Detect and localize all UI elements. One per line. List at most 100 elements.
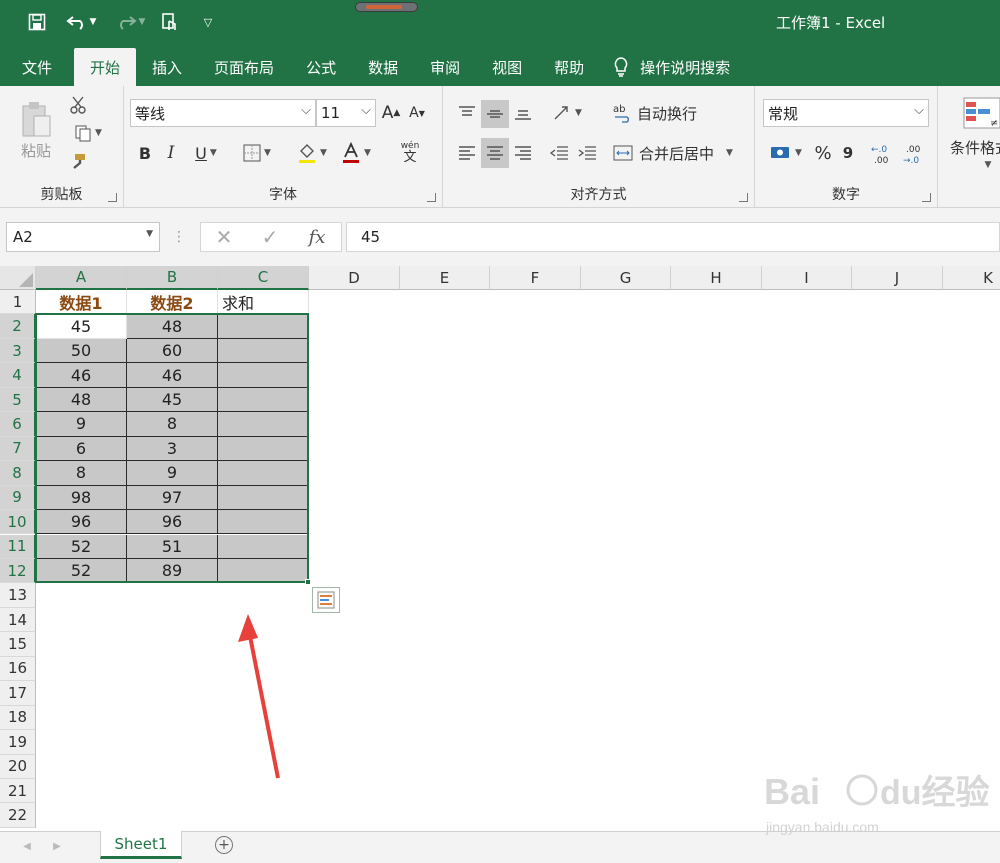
column-header-d[interactable]: D: [309, 266, 400, 290]
lightbulb-icon[interactable]: [610, 48, 632, 86]
column-header-i[interactable]: I: [762, 266, 852, 290]
clipboard-launcher-icon[interactable]: [108, 193, 117, 202]
cell-a2[interactable]: 45: [36, 314, 127, 339]
redo-icon[interactable]: ▼: [110, 8, 150, 36]
column-header-g[interactable]: G: [581, 266, 671, 290]
cell-c3[interactable]: [218, 338, 309, 364]
cell-a10[interactable]: 96: [36, 510, 127, 535]
cell-c4[interactable]: [218, 363, 309, 388]
row-header-2[interactable]: 2: [0, 314, 36, 339]
tab-formulas[interactable]: 公式: [290, 48, 352, 86]
row-header-21[interactable]: 21: [0, 779, 36, 804]
cell-b10[interactable]: 96: [127, 510, 218, 535]
font-size-combo[interactable]: 11 ⌵: [316, 99, 376, 127]
row-header-7[interactable]: 7: [0, 436, 36, 462]
cell-b4[interactable]: 46: [127, 363, 218, 388]
cell-b3[interactable]: 60: [127, 338, 218, 364]
enter-icon[interactable]: ✓: [259, 225, 281, 249]
font-name-combo[interactable]: 等线 ⌵: [130, 99, 316, 127]
cell-c2[interactable]: [218, 314, 309, 339]
row-header-11[interactable]: 11: [0, 534, 36, 559]
row-header-15[interactable]: 15: [0, 632, 36, 657]
touch-mode-icon[interactable]: [156, 8, 184, 36]
fill-handle[interactable]: [305, 579, 311, 586]
row-header-18[interactable]: 18: [0, 705, 36, 731]
cell-c7[interactable]: [218, 436, 309, 462]
alignment-launcher-icon[interactable]: [739, 193, 748, 202]
tab-page-layout[interactable]: 页面布局: [198, 48, 290, 86]
cell-c5[interactable]: [218, 387, 309, 413]
cell-c12[interactable]: [218, 558, 309, 584]
cell-b5[interactable]: 45: [127, 387, 218, 413]
undo-icon[interactable]: ▼: [60, 8, 102, 36]
comma-style-button[interactable]: 9: [839, 140, 857, 166]
orientation-icon[interactable]: ▼: [547, 100, 587, 126]
worksheet-grid[interactable]: ABCDEFGHIJK 1 2 3 4 5 6 7 8 9 10 11 12 13 14 15 16 17 18 1…: [0, 266, 1000, 831]
cell-b6[interactable]: 8: [127, 412, 218, 437]
formula-input[interactable]: 45: [346, 222, 1000, 252]
row-header-3[interactable]: 3: [0, 338, 36, 364]
row-header-19[interactable]: 19: [0, 730, 36, 755]
cell-c10[interactable]: [218, 510, 309, 535]
wrap-text-button[interactable]: ab 自动换行: [613, 98, 709, 128]
cell-a1[interactable]: 数据1: [36, 290, 127, 315]
cell-b12[interactable]: 89: [127, 558, 218, 584]
row-header-10[interactable]: 10: [0, 510, 36, 535]
chevron-down-icon[interactable]: ▼: [978, 158, 998, 172]
column-header-h[interactable]: H: [671, 266, 762, 290]
tell-me-search[interactable]: 操作说明搜索: [632, 48, 746, 86]
scroll-left-icon[interactable]: ◀: [20, 838, 34, 854]
align-left-icon[interactable]: [455, 140, 479, 166]
borders-button[interactable]: ▼: [236, 140, 278, 166]
row-header-12[interactable]: 12: [0, 558, 36, 584]
tab-insert[interactable]: 插入: [136, 48, 198, 86]
scroll-right-icon[interactable]: ▶: [50, 838, 64, 854]
tab-data[interactable]: 数据: [352, 48, 414, 86]
cell-a4[interactable]: 46: [36, 363, 127, 388]
row-header-13[interactable]: 13: [0, 583, 36, 608]
window-drag-handle[interactable]: [355, 2, 418, 12]
sheet-tab[interactable]: Sheet1: [100, 831, 182, 859]
cell-c6[interactable]: [218, 412, 309, 437]
cell-b2[interactable]: 48: [127, 314, 218, 339]
cell-a3[interactable]: 50: [36, 338, 127, 364]
cell-c8[interactable]: [218, 461, 309, 486]
align-center-icon[interactable]: [481, 138, 509, 168]
cancel-icon[interactable]: ✕: [213, 225, 235, 249]
increase-indent-icon[interactable]: [575, 140, 599, 166]
format-painter-icon[interactable]: [68, 150, 88, 172]
cell-a6[interactable]: 9: [36, 412, 127, 437]
name-box[interactable]: A2 ▼: [6, 222, 160, 252]
column-header-c[interactable]: C: [218, 266, 309, 290]
cell-b9[interactable]: 97: [127, 485, 218, 511]
customize-icon[interactable]: ▽: [198, 8, 218, 36]
font-launcher-icon[interactable]: [427, 193, 436, 202]
row-header-4[interactable]: 4: [0, 363, 36, 388]
align-middle-icon[interactable]: [481, 100, 509, 128]
column-header-e[interactable]: E: [400, 266, 490, 290]
tab-home[interactable]: 开始: [74, 48, 137, 86]
phonetic-button[interactable]: wén 文: [388, 138, 432, 168]
row-header-20[interactable]: 20: [0, 754, 36, 779]
italic-button[interactable]: I: [160, 140, 182, 166]
column-header-k[interactable]: K: [943, 266, 1000, 290]
quick-analysis-button[interactable]: [312, 587, 340, 614]
cell-b7[interactable]: 3: [127, 436, 218, 462]
tab-view[interactable]: 视图: [476, 48, 538, 86]
accounting-format-button[interactable]: ▼: [765, 140, 807, 166]
column-header-f[interactable]: F: [490, 266, 581, 290]
number-launcher-icon[interactable]: [922, 193, 931, 202]
merge-center-button[interactable]: 合并后居中 ▼: [613, 138, 739, 168]
percent-button[interactable]: %: [811, 140, 835, 166]
cell-c9[interactable]: [218, 485, 309, 511]
cell-a9[interactable]: 98: [36, 485, 127, 511]
tab-help[interactable]: 帮助: [538, 48, 600, 86]
cell-b8[interactable]: 9: [127, 461, 218, 486]
increase-decimal-button[interactable]: ←.0.00: [867, 140, 897, 168]
number-format-combo[interactable]: 常规 ⌵: [763, 99, 929, 127]
cell-a8[interactable]: 8: [36, 461, 127, 486]
bold-button[interactable]: B: [134, 140, 156, 166]
row-header-6[interactable]: 6: [0, 412, 36, 437]
fill-color-button[interactable]: ▼: [292, 140, 332, 166]
cell-a7[interactable]: 6: [36, 436, 127, 462]
